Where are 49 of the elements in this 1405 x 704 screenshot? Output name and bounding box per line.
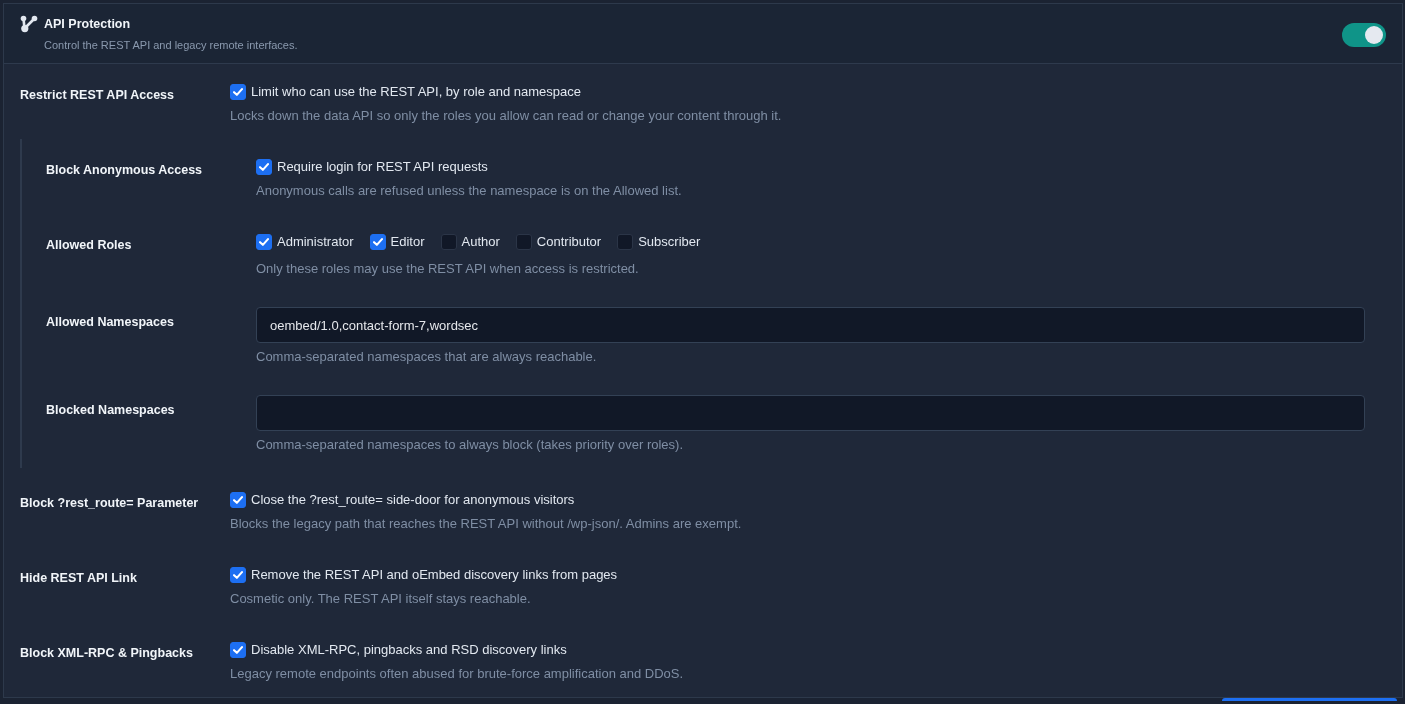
setting-label: Hide REST API Link [20, 570, 137, 587]
section-title: API Protection [44, 16, 131, 32]
checkbox-label[interactable]: Limit who can use the REST API, by role and namespace [251, 83, 581, 101]
checkbox-label[interactable]: Contributor [536, 233, 602, 251]
setting-label: Restrict REST API Access [20, 87, 174, 104]
tick-icon [259, 163, 269, 171]
tick-icon [233, 571, 243, 579]
setting-label: Allowed Roles [46, 237, 132, 254]
checkbox-label[interactable]: Editor [390, 233, 425, 251]
checkbox[interactable] [256, 234, 272, 250]
text-input[interactable] [256, 395, 1365, 431]
checkbox[interactable] [230, 642, 246, 658]
nodes-icon [20, 15, 38, 33]
tick-icon [233, 646, 243, 654]
checkbox[interactable] [256, 159, 272, 175]
checkbox-label[interactable]: Subscriber [638, 233, 701, 251]
setting-label: Block XML-RPC & Pingbacks [20, 645, 193, 662]
text-input[interactable]: oembed/1.0,contact-form-7,wordsec [256, 307, 1365, 343]
checkbox[interactable] [440, 234, 457, 250]
tick-icon [233, 88, 243, 96]
tick-icon [372, 238, 383, 246]
setting-description: Comma-separated namespaces to always block (takes priority over roles). [256, 436, 684, 454]
toggle-switch[interactable] [1342, 22, 1386, 47]
setting-description: Locks down the data API so only the roles you allow can read or change your content through it. [230, 107, 783, 125]
setting-description: Legacy remote endpoints often abused for brute-force amplification and DDoS. [230, 665, 685, 683]
checkbox-label[interactable]: Require login for REST API requests [277, 158, 488, 176]
checkbox[interactable] [230, 84, 246, 100]
section-subtitle: Control the REST API and legacy remote interfaces. [44, 38, 298, 53]
tick-icon [259, 238, 269, 246]
checkbox[interactable] [230, 567, 246, 583]
checkbox-label[interactable]: Disable XML-RPC, pingbacks and RSD discovery links [251, 641, 567, 659]
setting-label: Block Anonymous Access [46, 162, 203, 179]
setting-description: Comma-separated namespaces that are always reachable. [256, 348, 598, 366]
checkbox[interactable] [617, 234, 634, 250]
setting-description: Cosmetic only. The REST API itself stays reachable. [230, 590, 532, 608]
setting-description: Blocks the legacy path that reaches the REST API without /wp-json/. Admins are exempt. [230, 515, 743, 533]
checkbox-label[interactable]: Remove the REST API and oEmbed discovery links from pages [251, 566, 618, 584]
setting-label: Allowed Namespaces [46, 314, 174, 331]
setting-label: Block ?rest_route= Parameter [20, 495, 199, 512]
checkbox[interactable] [369, 234, 386, 250]
checkbox[interactable] [230, 492, 246, 508]
setting-label: Blocked Namespaces [46, 402, 175, 419]
checkbox-label[interactable]: Author [461, 233, 500, 251]
checkbox-label[interactable]: Administrator [277, 233, 354, 251]
tick-icon [233, 496, 243, 504]
setting-description: Anonymous calls are refused unless the namespace is on the Allowed list. [256, 182, 683, 200]
setting-description: Only these roles may use the REST API when access is restricted. [256, 260, 640, 278]
checkbox-label[interactable]: Close the ?rest_route= side-door for anonymous visitors [251, 491, 575, 509]
checkbox[interactable] [515, 234, 532, 250]
